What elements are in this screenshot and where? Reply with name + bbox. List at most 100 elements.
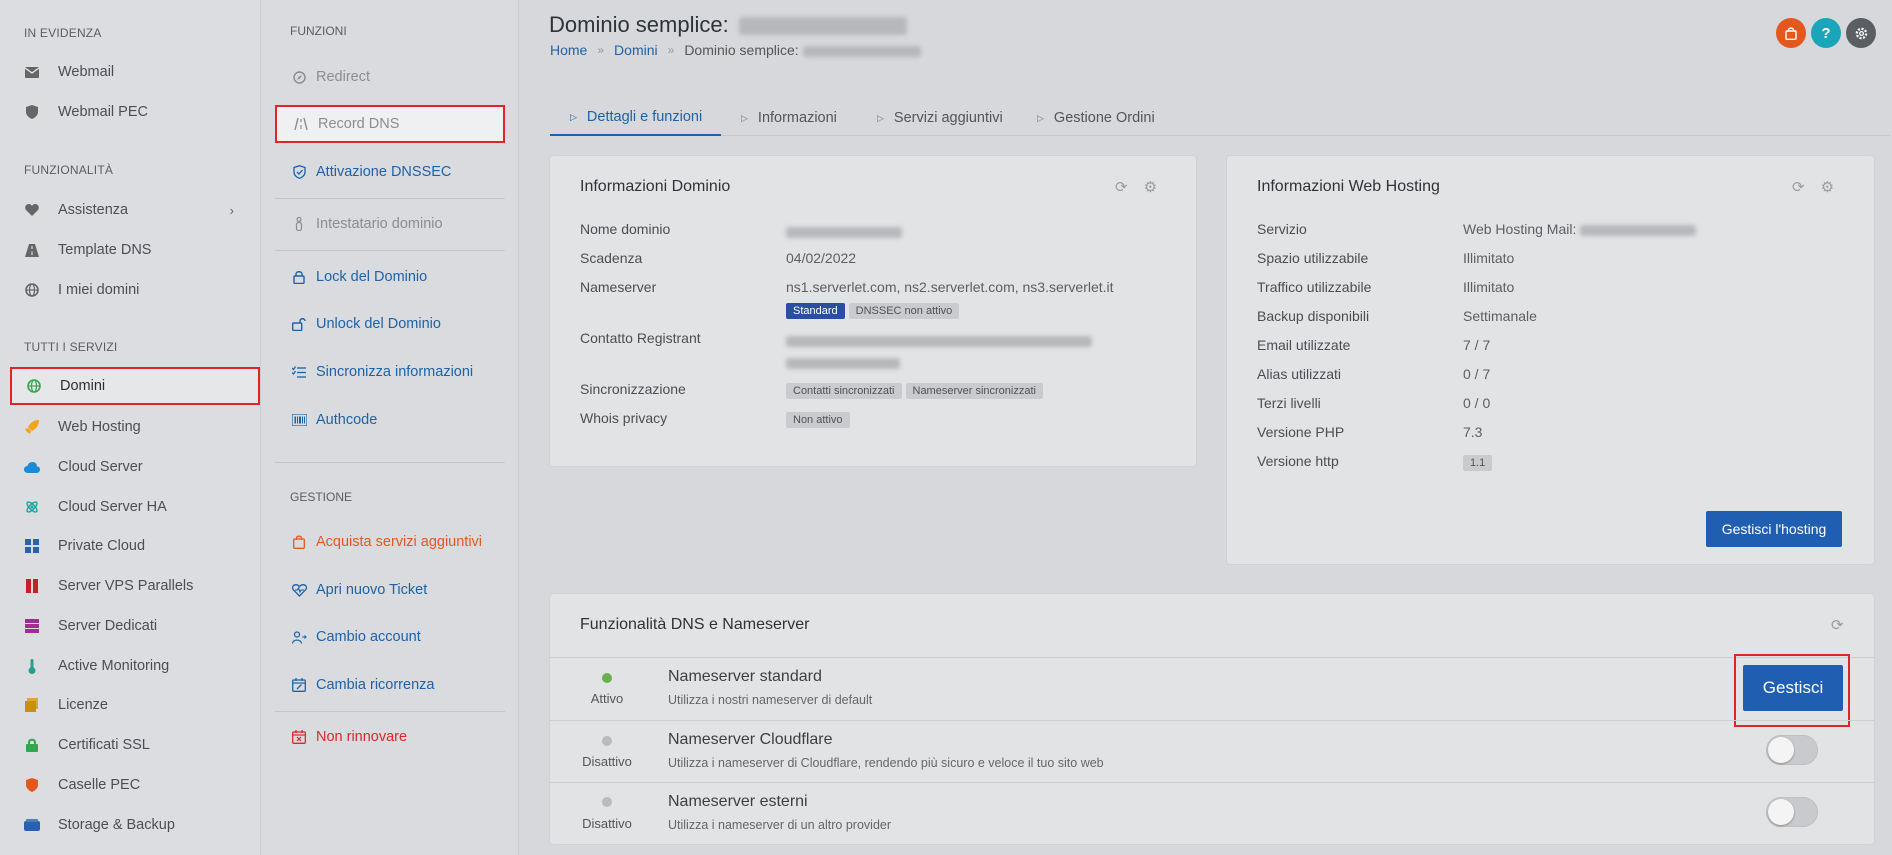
tab-label: Dettagli e funzioni xyxy=(586,109,703,125)
breadcrumb-separator: » xyxy=(667,43,675,57)
badge-nameserver-sync: Nameserver sincronizzati xyxy=(905,383,1043,399)
redacted-domain xyxy=(786,226,902,238)
refresh-icon[interactable]: ⟳ xyxy=(1831,616,1844,634)
gear-icon[interactable] xyxy=(1846,18,1876,48)
sidebar-item-webmail-pec[interactable]: Webmail PEC xyxy=(10,93,260,131)
tab-informazioni[interactable]: ▷ Informazioni xyxy=(721,100,857,136)
sidebar-item-label: I miei domini xyxy=(58,282,140,298)
thermometer-icon xyxy=(24,658,40,674)
sidebar-item-label: Template DNS xyxy=(58,242,152,258)
function-label: Intestatario dominio xyxy=(316,216,443,232)
left-sidebar: IN EVIDENZA Webmail Webmail PEC FUNZIONA… xyxy=(0,0,261,855)
label-php: Versione PHP xyxy=(1257,424,1345,440)
sidebar-item-licenze[interactable]: Licenze xyxy=(10,686,260,724)
sidebar-item-template-dns[interactable]: Template DNS xyxy=(10,231,260,269)
sidebar-item-i-miei-domini[interactable]: I miei domini xyxy=(10,271,260,309)
divider xyxy=(550,782,1874,783)
function-label: Cambia ricorrenza xyxy=(316,677,435,693)
sidebar-item-assistenza[interactable]: Assistenza › xyxy=(10,191,260,229)
tab-label: Gestione Ordini xyxy=(1053,110,1155,126)
function-unlock-dominio[interactable]: Unlock del Dominio xyxy=(275,305,505,343)
function-record-dns[interactable]: Record DNS xyxy=(275,105,505,143)
function-redirect[interactable]: Redirect xyxy=(275,58,505,96)
bag-icon xyxy=(291,535,307,549)
tab-gestione-ordini[interactable]: ▷ Gestione Ordini xyxy=(1017,100,1177,136)
manage-hosting-button[interactable]: Gestisci l'hosting xyxy=(1706,511,1842,547)
globe-icon xyxy=(24,282,40,298)
functions-section-title: FUNZIONI xyxy=(290,24,347,38)
value-servizio: Web Hosting Mail: xyxy=(1463,221,1697,237)
gear-icon[interactable]: ⚙ xyxy=(1821,178,1834,196)
function-attivazione-dnssec[interactable]: Attivazione DNSSEC xyxy=(275,153,505,191)
tab-dettagli-funzioni[interactable]: ▷ Dettagli e funzioni xyxy=(550,100,721,136)
function-label: Sincronizza informazioni xyxy=(316,364,474,380)
function-label: Authcode xyxy=(316,412,378,428)
function-label: Non rinnovare xyxy=(316,729,408,745)
breadcrumb-domini[interactable]: Domini xyxy=(614,42,658,58)
sidebar-item-active-monitoring[interactable]: Active Monitoring xyxy=(10,647,260,685)
server-icon xyxy=(24,618,40,634)
sidebar-item-web-hosting[interactable]: Web Hosting xyxy=(10,408,260,446)
function-label: Redirect xyxy=(316,69,370,85)
sidebar-section-funzionalita: FUNZIONALITÀ xyxy=(24,163,114,177)
bag-icon[interactable] xyxy=(1776,18,1806,48)
divider xyxy=(275,250,505,251)
refresh-icon[interactable]: ⟳ xyxy=(1115,178,1128,196)
shield-icon xyxy=(24,777,40,793)
card-tools: ⟳ ⚙ xyxy=(1115,178,1157,196)
status-dot xyxy=(602,736,612,746)
function-acquista-servizi[interactable]: Acquista servizi aggiuntivi xyxy=(275,523,505,561)
tab-servizi-aggiuntivi[interactable]: ▷ Servizi aggiuntivi xyxy=(857,100,1017,136)
label-scadenza: Scadenza xyxy=(580,250,643,266)
globe-icon xyxy=(26,378,42,394)
sidebar-item-storage-backup[interactable]: Storage & Backup xyxy=(10,806,260,844)
function-sincronizza-informazioni[interactable]: Sincronizza informazioni xyxy=(275,353,505,391)
function-lock-dominio[interactable]: Lock del Dominio xyxy=(275,258,505,296)
divider xyxy=(550,657,1874,658)
breadcrumb-separator: » xyxy=(597,43,605,57)
tab-bar: ▷ Dettagli e funzioni ▷ Informazioni ▷ Serv… xyxy=(550,100,1890,136)
sidebar-item-caselle-pec[interactable]: Caselle PEC xyxy=(10,766,260,804)
sidebar-item-private-cloud[interactable]: Private Cloud xyxy=(10,527,260,565)
function-label: Acquista servizi aggiuntivi xyxy=(316,534,483,550)
status-dot xyxy=(602,797,612,807)
label-sincronizzazione: Sincronizzazione xyxy=(580,381,686,397)
grid-icon xyxy=(24,538,40,554)
sidebar-item-cloud-server-ha[interactable]: Cloud Server HA xyxy=(10,488,260,526)
function-intestatario-dominio[interactable]: Intestatario dominio xyxy=(275,205,505,243)
badge-dnssec: DNSSEC non attivo xyxy=(848,303,960,319)
heart-icon xyxy=(24,202,40,218)
function-label: Unlock del Dominio xyxy=(316,316,441,332)
triangle-right-icon: ▷ xyxy=(741,112,748,123)
divider xyxy=(275,711,505,712)
sidebar-item-webmail[interactable]: Webmail xyxy=(10,53,260,91)
manage-nameserver-button[interactable]: Gestisci xyxy=(1743,665,1843,711)
sidebar-item-certificati-ssl[interactable]: Certificati SSL xyxy=(10,726,260,764)
help-icon[interactable]: ? xyxy=(1811,18,1841,48)
atom-icon xyxy=(24,499,40,515)
refresh-icon[interactable]: ⟳ xyxy=(1792,178,1805,196)
envelope-icon xyxy=(24,64,40,80)
esterni-toggle[interactable] xyxy=(1766,797,1818,827)
breadcrumb-home[interactable]: Home xyxy=(550,42,587,58)
sidebar-item-cloud-server[interactable]: Cloud Server xyxy=(10,448,260,486)
sidebar-item-server-dedicati[interactable]: Server Dedicati xyxy=(10,607,260,645)
hosting-info-card: Informazioni Web Hosting ⟳ ⚙ Servizio We… xyxy=(1227,156,1874,564)
tab-label: Informazioni xyxy=(757,110,837,126)
label-traffico: Traffico utilizzabile xyxy=(1257,279,1372,295)
function-cambio-account[interactable]: Cambio account xyxy=(275,618,505,656)
cloudflare-toggle[interactable] xyxy=(1766,735,1818,765)
function-label: Record DNS xyxy=(318,116,400,132)
function-non-rinnovare[interactable]: Non rinnovare xyxy=(275,718,505,756)
account-icon xyxy=(291,630,307,644)
function-authcode[interactable]: Authcode xyxy=(275,401,505,439)
function-apri-ticket[interactable]: Apri nuovo Ticket xyxy=(275,571,505,609)
sidebar-item-domini[interactable]: Domini xyxy=(10,367,260,405)
sidebar-item-server-vps-parallels[interactable]: Server VPS Parallels xyxy=(10,567,260,605)
person-icon xyxy=(291,217,307,231)
function-cambia-ricorrenza[interactable]: Cambia ricorrenza xyxy=(275,666,505,704)
sidebar-item-label: Web Hosting xyxy=(58,419,141,435)
function-label: Apri nuovo Ticket xyxy=(316,582,428,598)
sidebar-item-label: Domini xyxy=(60,378,106,394)
gear-icon[interactable]: ⚙ xyxy=(1144,178,1157,196)
